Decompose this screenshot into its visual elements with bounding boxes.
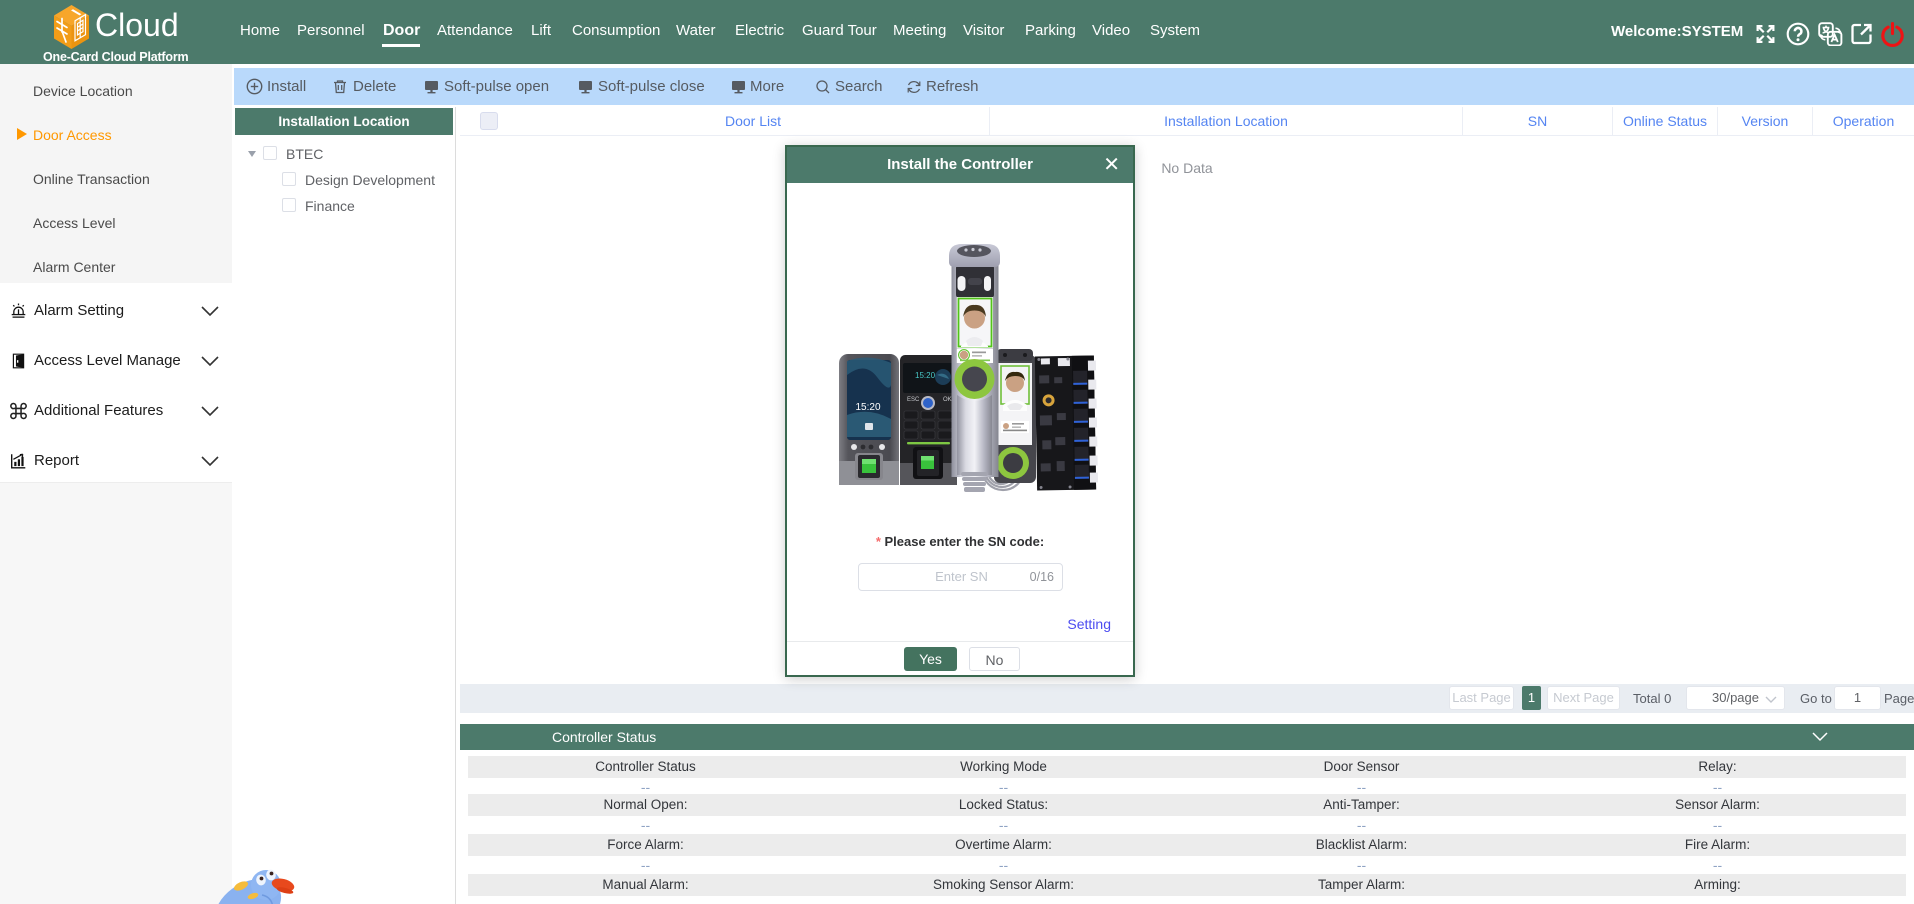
svg-text:ESC: ESC bbox=[907, 397, 920, 403]
svg-text:OK: OK bbox=[943, 397, 952, 403]
svg-text:15:20: 15:20 bbox=[915, 371, 936, 380]
svg-text:15:20: 15:20 bbox=[855, 402, 880, 413]
